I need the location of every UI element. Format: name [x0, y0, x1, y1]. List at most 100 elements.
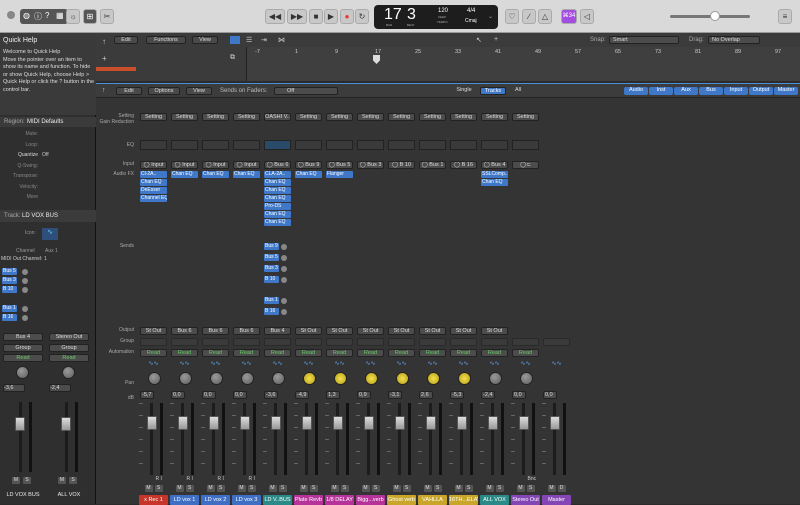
sends-on-faders-select[interactable]: Off — [274, 87, 338, 95]
list-icon[interactable]: ≡ — [778, 9, 792, 24]
eq-thumbnail[interactable] — [512, 140, 539, 150]
eq-thumbnail[interactable] — [140, 140, 167, 150]
volume-fader[interactable] — [456, 415, 467, 430]
audio-fx-slot[interactable]: Chan EQ — [481, 179, 508, 186]
volume-fader[interactable] — [394, 415, 405, 430]
pan-knob[interactable] — [302, 372, 316, 385]
editors-icon[interactable]: ✂ — [100, 9, 114, 24]
mute-button[interactable]: M — [12, 477, 20, 484]
record-input-buttons[interactable]: Bnc — [528, 476, 537, 482]
pan-knob[interactable] — [240, 372, 254, 385]
output-slot[interactable]: St Out — [326, 327, 353, 335]
input-slot[interactable]: ◯ Bus 1 — [419, 161, 446, 169]
eq-thumbnail[interactable] — [326, 140, 353, 150]
mute-button[interactable]: M — [423, 485, 432, 492]
mixer-icon[interactable]: ⊞ — [83, 9, 97, 24]
input-slot[interactable]: ◯ B 10 — [388, 161, 415, 169]
pan-knob[interactable] — [333, 372, 347, 385]
all-view-button[interactable]: All — [510, 87, 526, 95]
quantize-value[interactable]: Off — [42, 152, 49, 158]
output-slot[interactable]: Stereo Out — [49, 333, 89, 341]
input-slot[interactable]: ◯ Bus 9 — [295, 161, 322, 169]
send-slot[interactable]: B 16 — [2, 314, 17, 321]
automation-mode[interactable]: Read — [388, 349, 415, 357]
input-slot[interactable]: ◯ Bus 3 — [357, 161, 384, 169]
volume-fader[interactable] — [487, 415, 498, 430]
catch-icon[interactable]: ↑ — [102, 37, 106, 46]
output-slot[interactable]: St Out — [388, 327, 415, 335]
group-slot[interactable] — [295, 338, 322, 346]
link-icon[interactable]: ⇥ — [261, 36, 267, 44]
send-level-knob[interactable] — [22, 269, 28, 275]
automation-mode[interactable]: Read — [140, 349, 167, 357]
pan-knob[interactable] — [178, 372, 192, 385]
group-slot[interactable] — [326, 338, 353, 346]
volume-db-readout[interactable]: 1,3 — [326, 391, 340, 399]
volume-fader[interactable] — [332, 415, 343, 430]
volume-fader[interactable] — [208, 415, 219, 430]
volume-fader[interactable] — [549, 415, 560, 430]
solo-button[interactable]: S — [464, 485, 473, 492]
volume-fader[interactable] — [15, 417, 25, 431]
group-slot[interactable] — [481, 338, 508, 346]
group-slot[interactable] — [233, 338, 260, 346]
mute-button[interactable]: M — [516, 485, 525, 492]
volume-db-readout[interactable]: 0,0 — [202, 391, 216, 399]
mute-button[interactable]: M — [547, 485, 556, 492]
audio-fx-slot[interactable]: Chan EQ — [264, 211, 291, 218]
pan-knob[interactable] — [426, 372, 440, 385]
send-level-knob[interactable] — [22, 287, 28, 293]
automation-mode[interactable]: Read — [3, 354, 43, 362]
filter-output[interactable]: Output — [749, 87, 773, 95]
volume-fader[interactable] — [425, 415, 436, 430]
volume-fader[interactable] — [301, 415, 312, 430]
mute-button[interactable]: M — [268, 485, 277, 492]
filter-master[interactable]: Master — [774, 87, 798, 95]
mixer-catch-icon[interactable]: ↑ — [102, 87, 106, 94]
setting-button[interactable]: Setting — [419, 113, 446, 121]
eq-thumbnail[interactable] — [357, 140, 384, 150]
send-level-knob[interactable] — [281, 266, 287, 272]
automation-mode[interactable]: Read — [233, 349, 260, 357]
send-level-knob[interactable] — [22, 315, 28, 321]
output-slot[interactable]: St Out — [140, 327, 167, 335]
audio-fx-slot[interactable]: Chan EQ — [171, 171, 198, 178]
filter-bus[interactable]: Bus — [699, 87, 723, 95]
group-slot[interactable] — [512, 338, 539, 346]
audio-fx-slot[interactable]: Chan EQ — [295, 171, 322, 178]
eq-thumbnail[interactable] — [419, 140, 446, 150]
volume-db-readout[interactable]: -3,6 — [264, 391, 278, 399]
info-icon[interactable]: ⓘ — [34, 11, 42, 22]
pan-knob[interactable] — [209, 372, 223, 385]
dolby-badge[interactable]: ⌘34 — [561, 9, 577, 24]
record-input-buttons[interactable]: R I — [218, 476, 224, 482]
automation-mode[interactable]: Read — [264, 349, 291, 357]
pencil-tool-icon[interactable]: + — [494, 36, 498, 43]
speaker-icon[interactable]: ◁ — [580, 9, 594, 24]
tracks-edit-menu[interactable]: Edit — [114, 36, 138, 44]
fader-track[interactable] — [65, 402, 68, 472]
pointer-tool-icon[interactable]: ↖ — [476, 36, 482, 44]
record-icon[interactable]: ● — [340, 9, 354, 24]
mute-button[interactable]: M — [330, 485, 339, 492]
chevron-down-icon[interactable]: ⌄ — [488, 13, 493, 20]
volume-db-readout[interactable]: -3,1 — [388, 391, 402, 399]
audio-fx-slot[interactable]: Chan EQ — [233, 171, 260, 178]
mute-button[interactable]: M — [175, 485, 184, 492]
waveform-icon[interactable]: ∿ — [42, 228, 58, 240]
setting-button[interactable]: Setting — [171, 113, 198, 121]
filter-audio[interactable]: Audio — [624, 87, 648, 95]
input-slot[interactable]: ◯⊂ — [512, 161, 539, 169]
group-slot[interactable]: Group — [49, 344, 89, 352]
tracks-view-button[interactable]: Tracks — [480, 87, 506, 95]
send-level-knob[interactable] — [281, 277, 287, 283]
volume-db-readout[interactable]: 0,0 — [543, 391, 557, 399]
volume-fader[interactable] — [61, 417, 71, 431]
send-level-knob[interactable] — [22, 306, 28, 312]
audio-fx-slot[interactable]: Chan EQ — [140, 179, 167, 186]
record-input-buttons[interactable]: R I — [156, 476, 162, 482]
setting-button[interactable]: Setting — [512, 113, 539, 121]
volume-fader[interactable] — [363, 415, 374, 430]
pan-knob[interactable] — [147, 372, 161, 385]
toolbar-icon[interactable]: ▦ — [56, 11, 64, 20]
